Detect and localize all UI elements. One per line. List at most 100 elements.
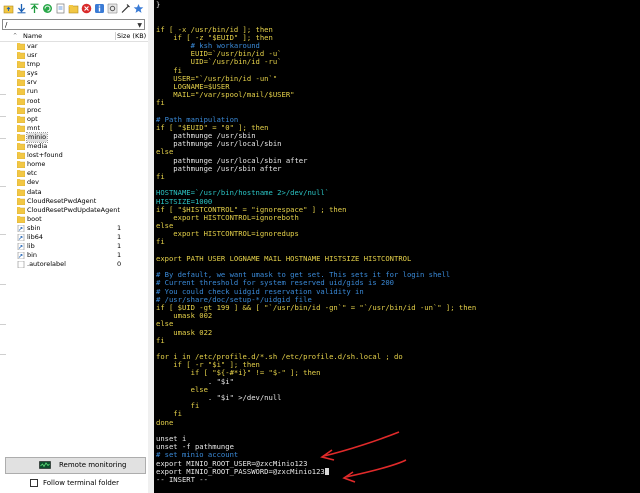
download-icon[interactable] (15, 2, 27, 15)
file-row[interactable]: usr (0, 51, 148, 60)
file-name: boot (27, 214, 42, 223)
folder-icon (17, 43, 25, 50)
file-row[interactable]: var (0, 42, 148, 51)
folder-icon (17, 206, 25, 214)
file-row[interactable]: .autorelabel 0 (0, 260, 148, 269)
file-row[interactable]: etc (0, 169, 148, 178)
file-rows: var usr tmp sys srv run root proc opt mnt minio med… (0, 42, 148, 269)
folder-icon (17, 170, 25, 178)
folder-icon (17, 143, 25, 151)
file-row[interactable]: dev (0, 178, 148, 187)
file-row[interactable]: home (0, 160, 148, 169)
folder-icon (17, 61, 25, 69)
new-file-icon[interactable] (54, 2, 66, 15)
file-row[interactable]: mnt (0, 124, 148, 133)
remote-monitoring-label: Remote monitoring (59, 461, 127, 469)
terminal-text: done (156, 417, 174, 427)
symlink-icon (17, 224, 25, 232)
file-row[interactable]: lost+found (0, 151, 148, 160)
upload-icon[interactable] (28, 2, 40, 15)
settings-icon[interactable] (106, 2, 118, 15)
terminal-text: fi (156, 98, 165, 108)
file-row[interactable]: CloudResetPwdUpdateAgent (0, 206, 148, 215)
terminal-line: fi (156, 410, 476, 418)
file-name: .autorelabel (27, 260, 66, 269)
tree-guide-line (0, 284, 6, 285)
terminal-text: export HISTCONTROL=ignoredups (156, 229, 299, 239)
column-divider[interactable] (115, 32, 116, 40)
tree-guides (0, 94, 8, 444)
file-list: ^ Name Size (KB) var usr tmp sys srv run root p… (0, 31, 148, 455)
file-row[interactable]: boot (0, 215, 148, 224)
path-value: / (5, 21, 8, 29)
tree-guide-line (0, 324, 6, 325)
file-row[interactable]: CloudResetPwdAgent (0, 197, 148, 206)
favorites-icon[interactable] (132, 2, 144, 15)
file-list-header: ^ Name Size (KB) (0, 31, 148, 42)
file-row[interactable]: minio (0, 131, 148, 144)
file-name: media (27, 142, 48, 151)
chevron-down-icon[interactable]: ▼ (137, 20, 142, 31)
terminal-text: } (156, 0, 161, 9)
follow-terminal-checkbox[interactable] (30, 479, 38, 487)
terminal-line: export HISTCONTROL=ignoreboth (156, 213, 476, 222)
folder-icon (17, 106, 25, 114)
file-browser-panel: / ▼ ^ Name Size (KB) var usr tmp sys srv run r… (0, 0, 148, 493)
folder-icon (17, 161, 25, 169)
file-row[interactable]: media (0, 142, 148, 151)
follow-terminal-label: Follow terminal folder (43, 479, 119, 487)
terminal-text: fi (156, 171, 165, 181)
terminal-line: fi (156, 402, 476, 410)
terminal-line: fi (156, 336, 476, 345)
file-row[interactable]: run (0, 87, 148, 96)
file-row[interactable]: sys (0, 69, 148, 78)
file-name: home (27, 160, 46, 169)
file-row[interactable]: srv (0, 78, 148, 87)
column-size[interactable]: Size (KB) (117, 31, 146, 41)
file-row[interactable]: sbin 1 (0, 224, 148, 233)
terminal-line: export PATH USER LOGNAME MAIL HOSTNAME H… (156, 254, 476, 263)
file-name: lib (27, 242, 35, 251)
terminal-line: fi (156, 171, 476, 181)
sort-caret-icon: ^ (13, 33, 18, 39)
terminal-line: fi (156, 99, 476, 107)
file-row[interactable]: root (0, 97, 148, 106)
file-row[interactable]: lib64 1 (0, 233, 148, 242)
file-row[interactable]: opt (0, 115, 148, 124)
symlink-icon (17, 243, 25, 251)
terminal-text: pathmunge /usr/local/sbin (156, 139, 282, 149)
tree-guide-line (0, 354, 6, 355)
file-size: 1 (117, 232, 122, 241)
file-name: proc (27, 105, 42, 114)
folder-icon (17, 70, 25, 78)
symlink-icon (17, 252, 25, 260)
terminal-text: MAIL="/var/spool/mail/$USER" (156, 90, 295, 100)
new-folder-icon[interactable] (67, 2, 79, 15)
folder-icon (17, 88, 25, 96)
file-name: var (27, 42, 38, 50)
remote-monitoring-button[interactable]: Remote monitoring (5, 457, 146, 474)
file-row[interactable]: tmp (0, 60, 148, 69)
column-name[interactable]: Name (23, 31, 42, 41)
terminal-icon[interactable] (119, 2, 131, 15)
file-size: 1 (117, 223, 122, 232)
tree-guide-line (0, 234, 6, 235)
refresh-icon[interactable] (41, 2, 53, 15)
terminal-line: export HISTCONTROL=ignoredups (156, 230, 476, 238)
file-name: run (27, 87, 38, 96)
delete-icon[interactable] (80, 2, 92, 15)
file-name: data (27, 187, 42, 196)
file-row[interactable]: lib 1 (0, 242, 148, 251)
info-icon[interactable] (93, 2, 105, 15)
folder-icon (17, 152, 25, 160)
file-name: sys (27, 69, 38, 78)
path-field[interactable]: / ▼ (2, 19, 145, 30)
up-folder-icon[interactable] (2, 2, 14, 15)
folder-icon (17, 197, 25, 205)
file-row[interactable]: data (0, 188, 148, 197)
folder-icon (17, 79, 25, 87)
file-row[interactable]: bin 1 (0, 251, 148, 260)
terminal[interactable]: } if [ -x /usr/bin/id ]; then if [ -z "$E… (154, 0, 640, 493)
file-row[interactable]: proc (0, 106, 148, 115)
terminal-line: MAIL="/var/spool/mail/$USER" (156, 90, 476, 100)
